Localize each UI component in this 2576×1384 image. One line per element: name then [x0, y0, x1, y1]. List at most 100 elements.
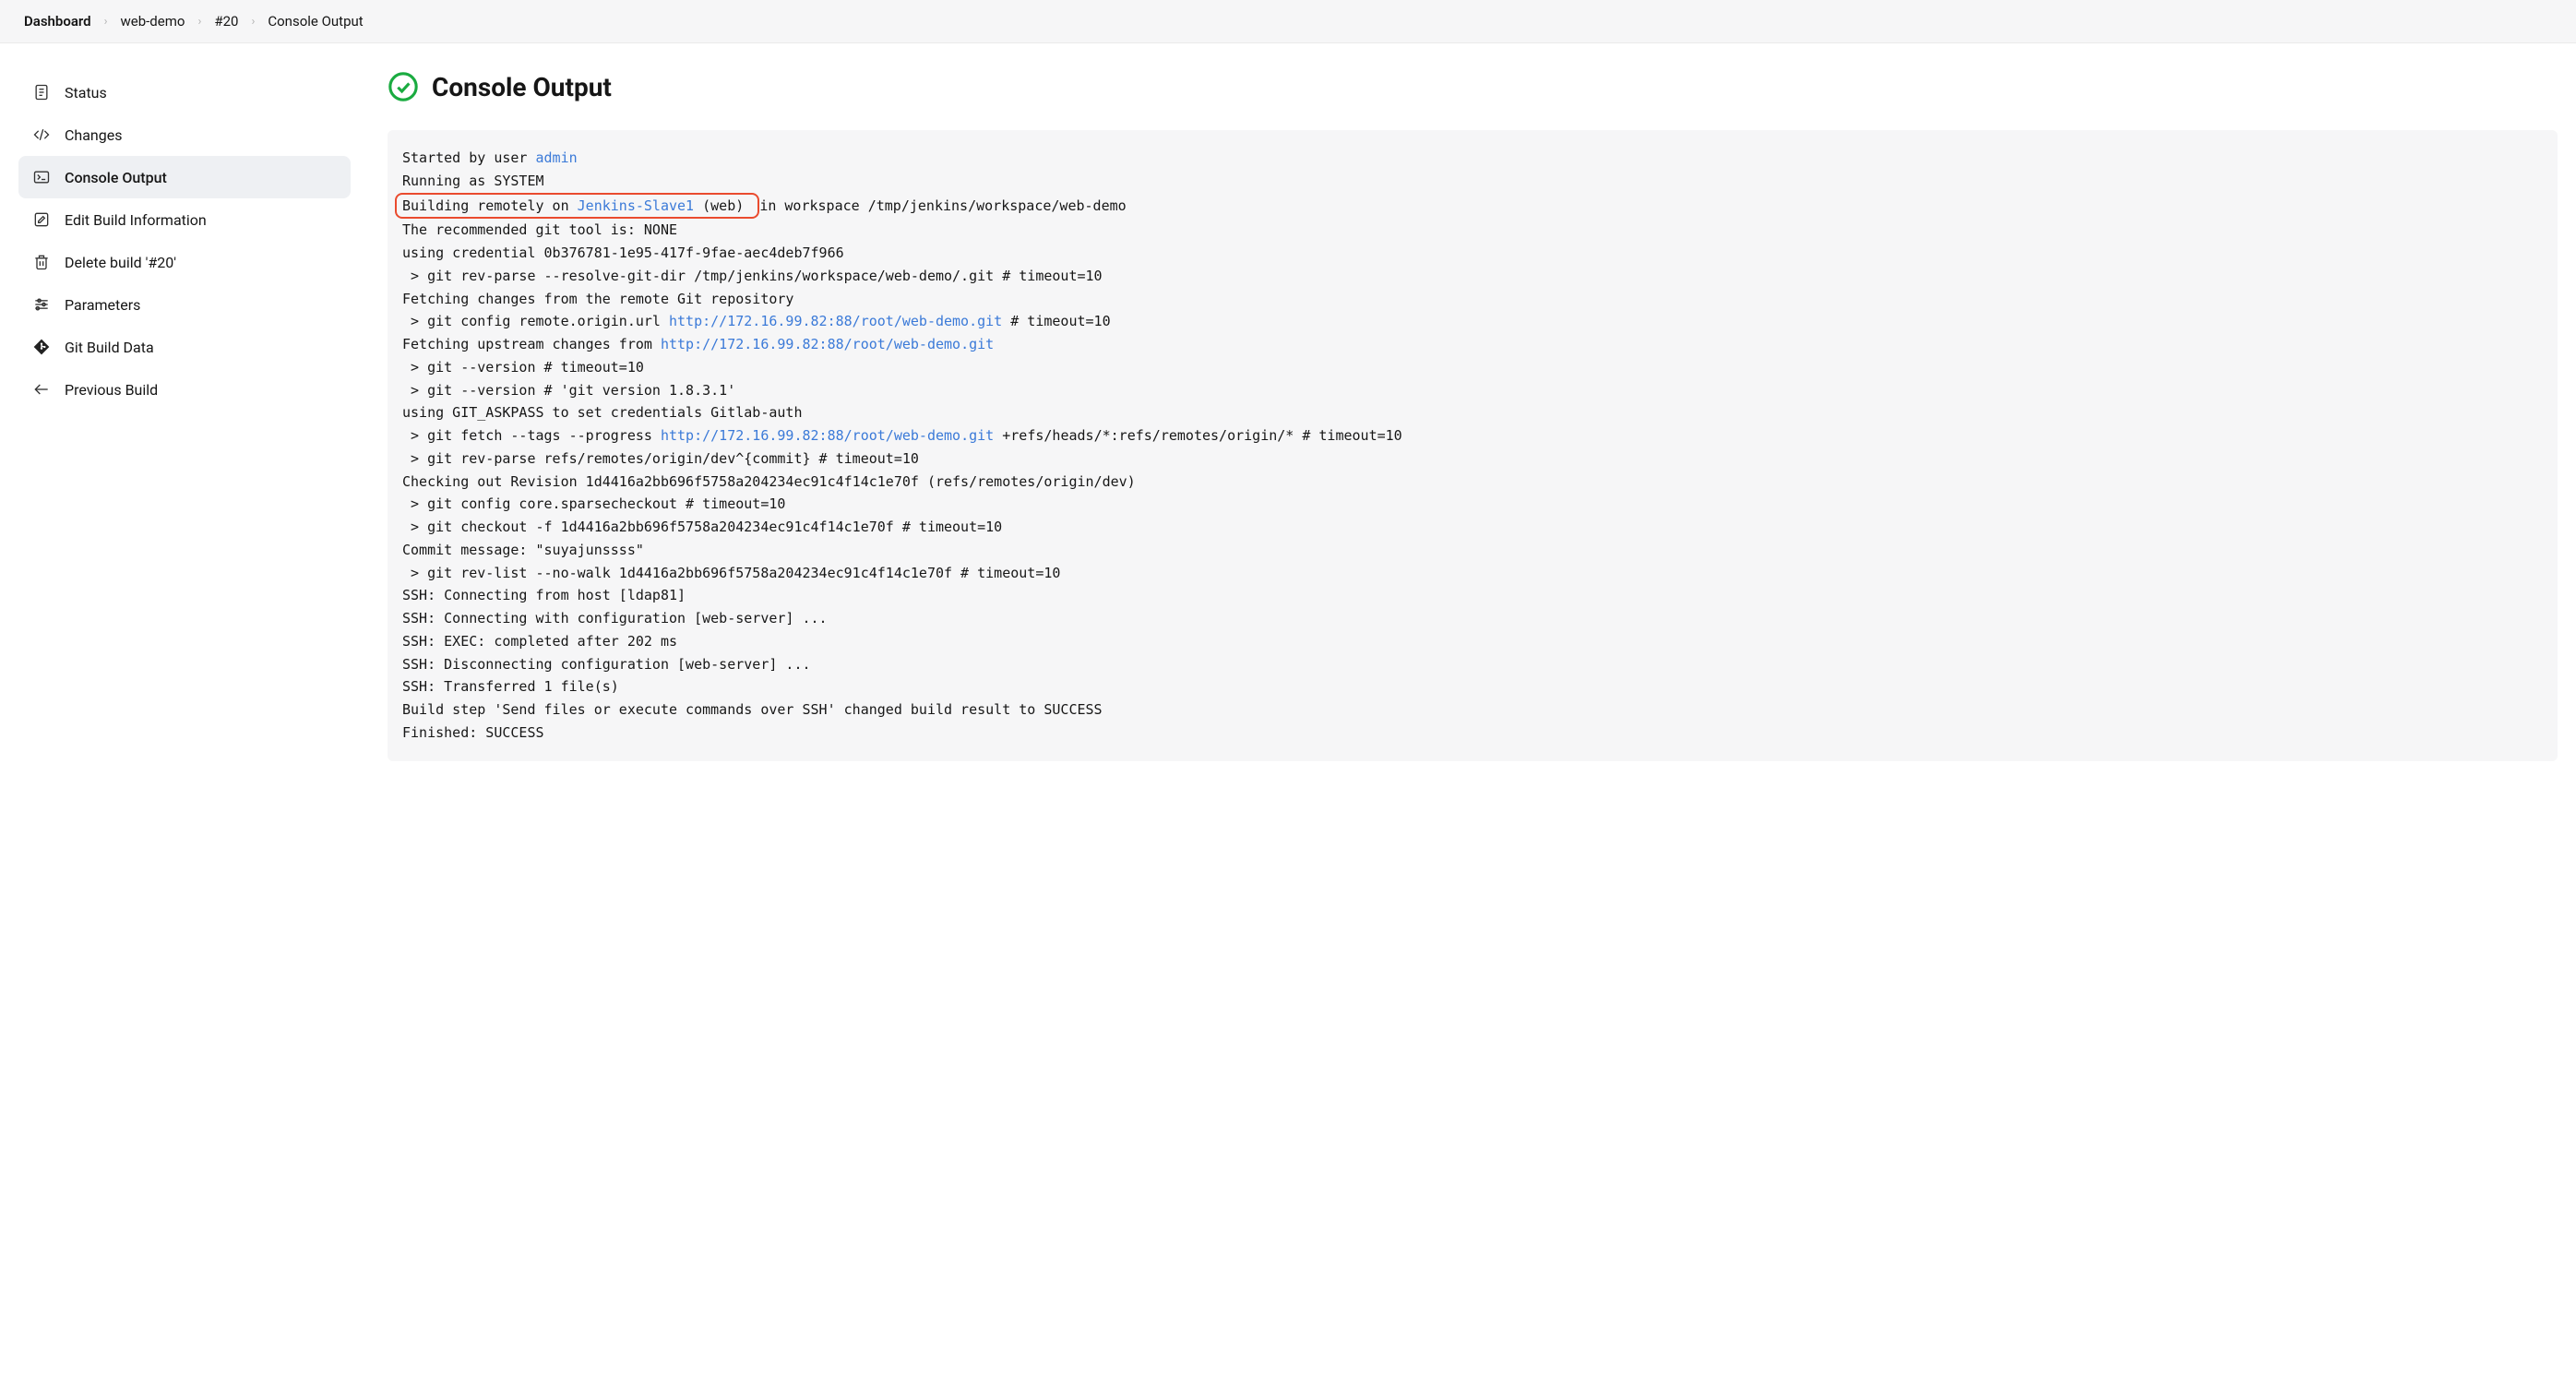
- console-link[interactable]: http://172.16.99.82:88/root/web-demo.git: [661, 427, 994, 444]
- sidebar-item-label: Delete build '#20': [65, 254, 176, 271]
- console-text: # timeout=10: [1002, 313, 1110, 329]
- sidebar-item-label: Previous Build: [65, 381, 158, 399]
- sidebar-item-label: Status: [65, 84, 107, 101]
- sidebar-item-label: Edit Build Information: [65, 211, 207, 229]
- console-text: The recommended git tool is: NONE: [402, 221, 677, 238]
- console-text: > git checkout -f 1d4416a2bb696f5758a204…: [402, 519, 1002, 535]
- console-text: (web): [694, 197, 752, 214]
- console-line: The recommended git tool is: NONE: [402, 219, 2543, 242]
- console-text: Started by user: [402, 149, 536, 166]
- console-text: > git fetch --tags --progress: [402, 427, 661, 444]
- sidebar: Status Changes Console Output Edit Build…: [18, 71, 351, 411]
- console-line: > git rev-list --no-walk 1d4416a2bb696f5…: [402, 562, 2543, 585]
- console-text: Build step 'Send files or execute comman…: [402, 701, 1103, 718]
- console-line: Fetching upstream changes from http://17…: [402, 333, 2543, 356]
- page-title-row: Console Output: [388, 71, 2558, 102]
- sidebar-item-console-output[interactable]: Console Output: [18, 156, 351, 198]
- code-icon: [31, 125, 52, 145]
- chevron-right-icon: ›: [251, 15, 255, 29]
- sidebar-item-label: Changes: [65, 126, 123, 144]
- console-text: Running as SYSTEM: [402, 173, 544, 189]
- console-line: > git config core.sparsecheckout # timeo…: [402, 493, 2543, 516]
- console-text: SSH: Transferred 1 file(s): [402, 678, 619, 695]
- breadcrumb-item[interactable]: Dashboard: [24, 13, 91, 30]
- console-text: Commit message: "suyajunssss": [402, 542, 644, 558]
- console-text: SSH: Connecting with configuration [web-…: [402, 610, 828, 626]
- terminal-icon: [31, 167, 52, 187]
- console-line: Checking out Revision 1d4416a2bb696f5758…: [402, 471, 2543, 494]
- console-line: Building remotely on Jenkins-Slave1 (web…: [402, 193, 2543, 220]
- console-text: > git --version # timeout=10: [402, 359, 644, 376]
- console-text: > git rev-list --no-walk 1d4416a2bb696f5…: [402, 565, 1060, 581]
- sidebar-item-edit-build-info[interactable]: Edit Build Information: [18, 198, 351, 241]
- console-line: > git config remote.origin.url http://17…: [402, 310, 2543, 333]
- console-text: Finished: SUCCESS: [402, 724, 544, 741]
- console-text: SSH: Connecting from host [ldap81]: [402, 587, 686, 603]
- console-link[interactable]: admin: [536, 149, 578, 166]
- console-text: in workspace /tmp/jenkins/workspace/web-…: [759, 197, 1126, 214]
- console-output: Started by user admin Running as SYSTEM Bu…: [388, 130, 2558, 761]
- console-line: > git checkout -f 1d4416a2bb696f5758a204…: [402, 516, 2543, 539]
- console-link[interactable]: Jenkins-Slave1: [578, 197, 694, 214]
- console-line: > git rev-parse --resolve-git-dir /tmp/j…: [402, 265, 2543, 288]
- console-text: using credential 0b376781-1e95-417f-9fae…: [402, 245, 844, 261]
- arrow-left-icon: [31, 379, 52, 400]
- sidebar-item-delete-build[interactable]: Delete build '#20': [18, 241, 351, 283]
- sidebar-item-label: Console Output: [65, 169, 167, 186]
- console-text: SSH: Disconnecting configuration [web-se…: [402, 656, 811, 673]
- console-line: > git rev-parse refs/remotes/origin/dev^…: [402, 447, 2543, 471]
- console-line: SSH: Transferred 1 file(s): [402, 675, 2543, 698]
- console-text: SSH: EXEC: completed after 202 ms: [402, 633, 677, 650]
- console-line: > git --version # 'git version 1.8.3.1': [402, 379, 2543, 402]
- sidebar-item-changes[interactable]: Changes: [18, 113, 351, 156]
- breadcrumb-item[interactable]: web-demo: [121, 13, 185, 30]
- highlight-box: Building remotely on Jenkins-Slave1 (web…: [395, 193, 759, 220]
- edit-icon: [31, 209, 52, 230]
- console-text: using GIT_ASKPASS to set credentials Git…: [402, 404, 802, 421]
- trash-icon: [31, 252, 52, 272]
- console-text: Fetching changes from the remote Git rep…: [402, 291, 793, 307]
- document-icon: [31, 82, 52, 102]
- breadcrumb: Dashboard › web-demo › #20 › Console Out…: [0, 0, 2576, 43]
- main-content: Console Output Started by user admin Runn…: [388, 71, 2558, 761]
- console-line: Started by user admin: [402, 147, 2543, 170]
- chevron-right-icon: ›: [197, 15, 201, 29]
- console-link[interactable]: http://172.16.99.82:88/root/web-demo.git: [669, 313, 1002, 329]
- sidebar-item-git-build-data[interactable]: Git Build Data: [18, 326, 351, 368]
- sidebar-item-label: Parameters: [65, 296, 140, 314]
- console-text: Checking out Revision 1d4416a2bb696f5758…: [402, 473, 1136, 490]
- console-line: SSH: Connecting with configuration [web-…: [402, 607, 2543, 630]
- sidebar-item-parameters[interactable]: Parameters: [18, 283, 351, 326]
- console-text: > git config core.sparsecheckout # timeo…: [402, 495, 785, 512]
- success-check-icon: [388, 71, 419, 102]
- sidebar-item-status[interactable]: Status: [18, 71, 351, 113]
- chevron-right-icon: ›: [104, 15, 108, 29]
- console-line: Fetching changes from the remote Git rep…: [402, 288, 2543, 311]
- console-line: SSH: Disconnecting configuration [web-se…: [402, 653, 2543, 676]
- console-line: Finished: SUCCESS: [402, 722, 2543, 745]
- console-line: Commit message: "suyajunssss": [402, 539, 2543, 562]
- console-text: > git rev-parse refs/remotes/origin/dev^…: [402, 450, 919, 467]
- page-title: Console Output: [432, 72, 612, 102]
- console-text: Building remotely on: [402, 197, 578, 214]
- git-icon: [31, 337, 52, 357]
- console-text: > git config remote.origin.url: [402, 313, 669, 329]
- console-line: > git --version # timeout=10: [402, 356, 2543, 379]
- console-link[interactable]: http://172.16.99.82:88/root/web-demo.git: [661, 336, 994, 352]
- console-text: +refs/heads/*:refs/remotes/origin/* # ti…: [994, 427, 1402, 444]
- console-line: using GIT_ASKPASS to set credentials Git…: [402, 401, 2543, 424]
- console-text: > git --version # 'git version 1.8.3.1': [402, 382, 735, 399]
- console-line: > git fetch --tags --progress http://172…: [402, 424, 2543, 447]
- sliders-icon: [31, 294, 52, 315]
- console-line: SSH: EXEC: completed after 202 ms: [402, 630, 2543, 653]
- sidebar-item-label: Git Build Data: [65, 339, 154, 356]
- console-line: Build step 'Send files or execute comman…: [402, 698, 2543, 722]
- console-text: > git rev-parse --resolve-git-dir /tmp/j…: [402, 268, 1103, 284]
- sidebar-item-previous-build[interactable]: Previous Build: [18, 368, 351, 411]
- console-text: Fetching upstream changes from: [402, 336, 661, 352]
- breadcrumb-current: Console Output: [268, 13, 363, 30]
- console-line: SSH: Connecting from host [ldap81]: [402, 584, 2543, 607]
- console-line: Running as SYSTEM: [402, 170, 2543, 193]
- breadcrumb-item[interactable]: #20: [214, 13, 238, 30]
- console-line: using credential 0b376781-1e95-417f-9fae…: [402, 242, 2543, 265]
